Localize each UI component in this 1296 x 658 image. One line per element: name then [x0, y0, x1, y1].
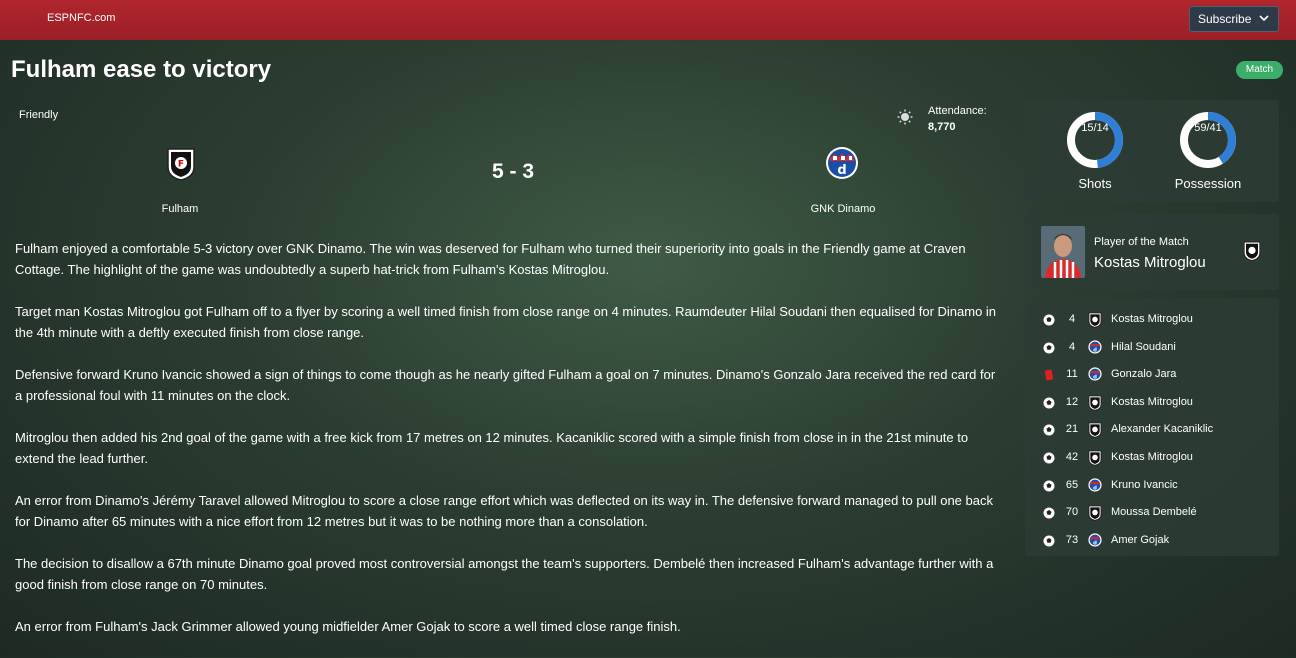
match-badge[interactable]: Match — [1236, 61, 1283, 79]
report-paragraph: The decision to disallow a 67th minute D… — [15, 556, 994, 592]
event-minute: 12 — [1065, 395, 1079, 408]
fulham-crest-icon — [1088, 395, 1102, 411]
page-title: Fulham ease to victory — [11, 56, 272, 83]
event-player-name[interactable]: Kostas Mitroglou — [1111, 451, 1193, 463]
subscribe-button[interactable]: Subscribe — [1189, 6, 1279, 32]
event-minute: 73 — [1065, 533, 1079, 546]
fulham-crest-icon — [1088, 422, 1102, 439]
event-row[interactable]: 42 Kostas Mitroglou — [1025, 448, 1279, 468]
possession-donut-chart — [1180, 112, 1236, 168]
competition-label[interactable]: Friendly — [19, 109, 58, 121]
event-row[interactable]: 4 d Hilal Soudani — [1025, 338, 1279, 358]
event-player-name[interactable]: Moussa Dembelé — [1111, 506, 1197, 518]
fulham-crest-icon — [1088, 505, 1102, 522]
dinamo-crest-icon: d — [1088, 533, 1102, 549]
goal-ball-icon — [1043, 314, 1055, 326]
shots-value: 15/14 — [1081, 122, 1109, 134]
event-minute: 4 — [1068, 340, 1076, 353]
potm-label: Player of the Match — [1094, 236, 1189, 248]
chevron-down-icon — [1259, 15, 1269, 22]
weather-icon — [897, 109, 913, 125]
svg-text:d: d — [837, 163, 846, 178]
event-player-name[interactable]: Amer Gojak — [1111, 534, 1169, 546]
event-row[interactable]: 12 Kostas Mitroglou — [1025, 393, 1279, 413]
player-photo — [1041, 226, 1085, 278]
subscribe-label: Subscribe — [1198, 12, 1252, 26]
event-row[interactable]: 65 d Kruno Ivancic — [1025, 476, 1279, 496]
svg-text:d: d — [1093, 540, 1097, 546]
goal-ball-icon — [1043, 342, 1055, 354]
report-paragraph: An error from Fulham's Jack Grimmer allo… — [15, 619, 681, 634]
event-row[interactable]: 73 d Amer Gojak — [1025, 531, 1279, 551]
top-bar: ESPNFC.com Subscribe — [0, 0, 1296, 40]
shots-donut-chart — [1067, 112, 1123, 168]
match-report: Fulham enjoyed a comfortable 5-3 victory… — [15, 238, 1005, 658]
event-minute: 42 — [1065, 451, 1079, 463]
away-team-name[interactable]: GNK Dinamo — [783, 203, 903, 215]
report-paragraph: Mitroglou then added his 2nd goal of the… — [15, 430, 969, 466]
home-team-name[interactable]: Fulham — [120, 203, 240, 215]
dinamo-crest-icon: d — [1088, 478, 1102, 494]
shots-label: Shots — [1078, 176, 1112, 191]
event-row[interactable]: 11 d Gonzalo Jara — [1025, 365, 1279, 385]
stats-panel: 15/14 Shots 59/41 Possession — [1025, 100, 1279, 202]
red-card-icon — [1043, 369, 1055, 381]
goal-ball-icon — [1043, 424, 1055, 436]
event-player-name[interactable]: Hilal Soudani — [1111, 341, 1176, 353]
attendance-label: Attendance: — [928, 105, 987, 117]
fulham-crest-icon — [1243, 241, 1261, 262]
goal-ball-icon — [1043, 397, 1055, 409]
attendance-value: 8,770 — [928, 121, 956, 133]
event-row[interactable]: 4 Kostas Mitroglou — [1025, 310, 1279, 330]
report-paragraph: An error from Dinamo's Jérémy Taravel al… — [15, 493, 993, 529]
dinamo-crest-icon[interactable]: d — [825, 146, 859, 180]
event-minute: 70 — [1065, 506, 1079, 519]
fulham-crest-icon — [1088, 312, 1102, 328]
possession-label: Possession — [1174, 176, 1242, 191]
score: 5 - 3 — [491, 160, 535, 183]
fulham-crest-icon[interactable]: F — [166, 147, 196, 181]
svg-text:d: d — [1093, 375, 1097, 381]
event-player-name[interactable]: Kostas Mitroglou — [1111, 396, 1193, 408]
event-minute: 11 — [1066, 368, 1078, 381]
possession-value: 59/41 — [1194, 122, 1222, 134]
event-minute: 65 — [1065, 478, 1079, 491]
player-of-the-match-panel[interactable]: Player of the Match Kostas Mitroglou — [1025, 214, 1279, 290]
potm-player-name[interactable]: Kostas Mitroglou — [1094, 254, 1206, 271]
event-row[interactable]: 70 Moussa Dembelé — [1025, 503, 1279, 523]
goal-ball-icon — [1043, 480, 1055, 492]
svg-text:d: d — [1093, 485, 1097, 491]
goal-ball-icon — [1043, 535, 1055, 547]
goal-ball-icon — [1043, 507, 1055, 519]
report-paragraph: Fulham enjoyed a comfortable 5-3 victory… — [15, 241, 966, 277]
dinamo-crest-icon: d — [1088, 367, 1102, 383]
report-paragraph: Target man Kostas Mitroglou got Fulham o… — [15, 304, 997, 340]
match-events-panel: 4 Kostas Mitroglou 4 d Hilal Soudani 11 d Gonza… — [1025, 298, 1279, 556]
fulham-crest-icon — [1088, 450, 1102, 466]
report-paragraph: Defensive forward Kruno Ivancic showed a… — [15, 367, 996, 403]
svg-text:F: F — [178, 160, 184, 170]
event-minute: 4 — [1068, 313, 1076, 325]
event-player-name[interactable]: Gonzalo Jara — [1111, 368, 1176, 380]
event-player-name[interactable]: Alexander Kacaniklic — [1111, 423, 1213, 435]
event-player-name[interactable]: Kruno Ivancic — [1111, 479, 1178, 491]
event-minute: 21 — [1065, 423, 1079, 436]
event-player-name[interactable]: Kostas Mitroglou — [1111, 313, 1193, 325]
goal-ball-icon — [1043, 452, 1055, 464]
event-row[interactable]: 21 Alexander Kacaniklic — [1025, 420, 1279, 440]
svg-text:d: d — [1093, 347, 1097, 353]
dinamo-crest-icon: d — [1088, 340, 1102, 356]
brand-label: ESPNFC.com — [47, 12, 116, 24]
